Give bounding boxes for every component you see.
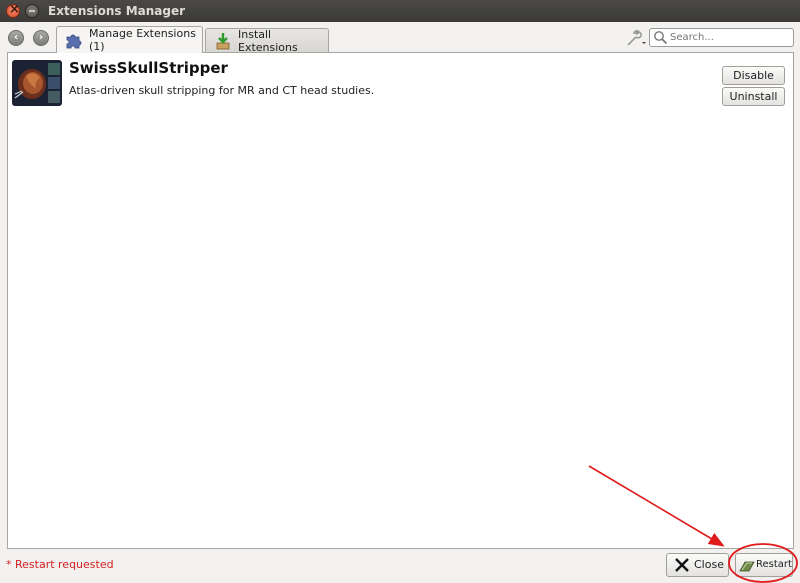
extension-name: SwissSkullStripper — [69, 59, 228, 77]
puzzle-icon — [66, 34, 82, 49]
extension-description: Atlas-driven skull stripping for MR and … — [69, 84, 375, 97]
extensions-list: SwissSkullStripper Atlas-driven skull st… — [7, 52, 794, 549]
close-button-label: Close — [694, 558, 724, 571]
window-minimize-icon[interactable] — [25, 4, 39, 18]
close-icon — [675, 558, 689, 572]
list-item: SwissSkullStripper Atlas-driven skull st… — [8, 53, 793, 109]
tab-install-extensions-label: Install Extensions — [238, 27, 298, 54]
forward-arrow-icon[interactable]: › — [33, 30, 49, 46]
tab-manage-extensions-label: Manage Extensions (1) — [89, 27, 196, 53]
install-icon — [216, 32, 230, 49]
restart-button[interactable]: Restart — [735, 553, 793, 577]
restart-requested-message: * Restart requested — [6, 558, 114, 571]
back-arrow-icon[interactable]: ‹ — [8, 30, 24, 46]
restart-icon — [739, 561, 755, 572]
wrench-icon[interactable] — [625, 29, 647, 47]
disable-button[interactable]: Disable — [722, 66, 785, 85]
window-title: Extensions Manager — [48, 4, 186, 18]
uninstall-button[interactable]: Uninstall — [722, 87, 785, 106]
restart-button-label: Restart — [756, 559, 792, 570]
close-button[interactable]: Close — [666, 553, 729, 577]
search-field[interactable] — [649, 28, 794, 47]
tab-install-extensions[interactable]: Install Extensions — [205, 27, 329, 54]
tab-manage-extensions[interactable]: Manage Extensions (1) — [56, 26, 203, 53]
title-bar: Extensions Manager — [0, 0, 800, 22]
extension-logo-icon — [12, 60, 62, 106]
extensions-manager-window: Extensions Manager ‹ › Manage Extensions… — [0, 0, 800, 583]
window-close-icon[interactable] — [6, 2, 20, 18]
search-input[interactable] — [670, 30, 790, 45]
search-icon — [654, 31, 668, 45]
